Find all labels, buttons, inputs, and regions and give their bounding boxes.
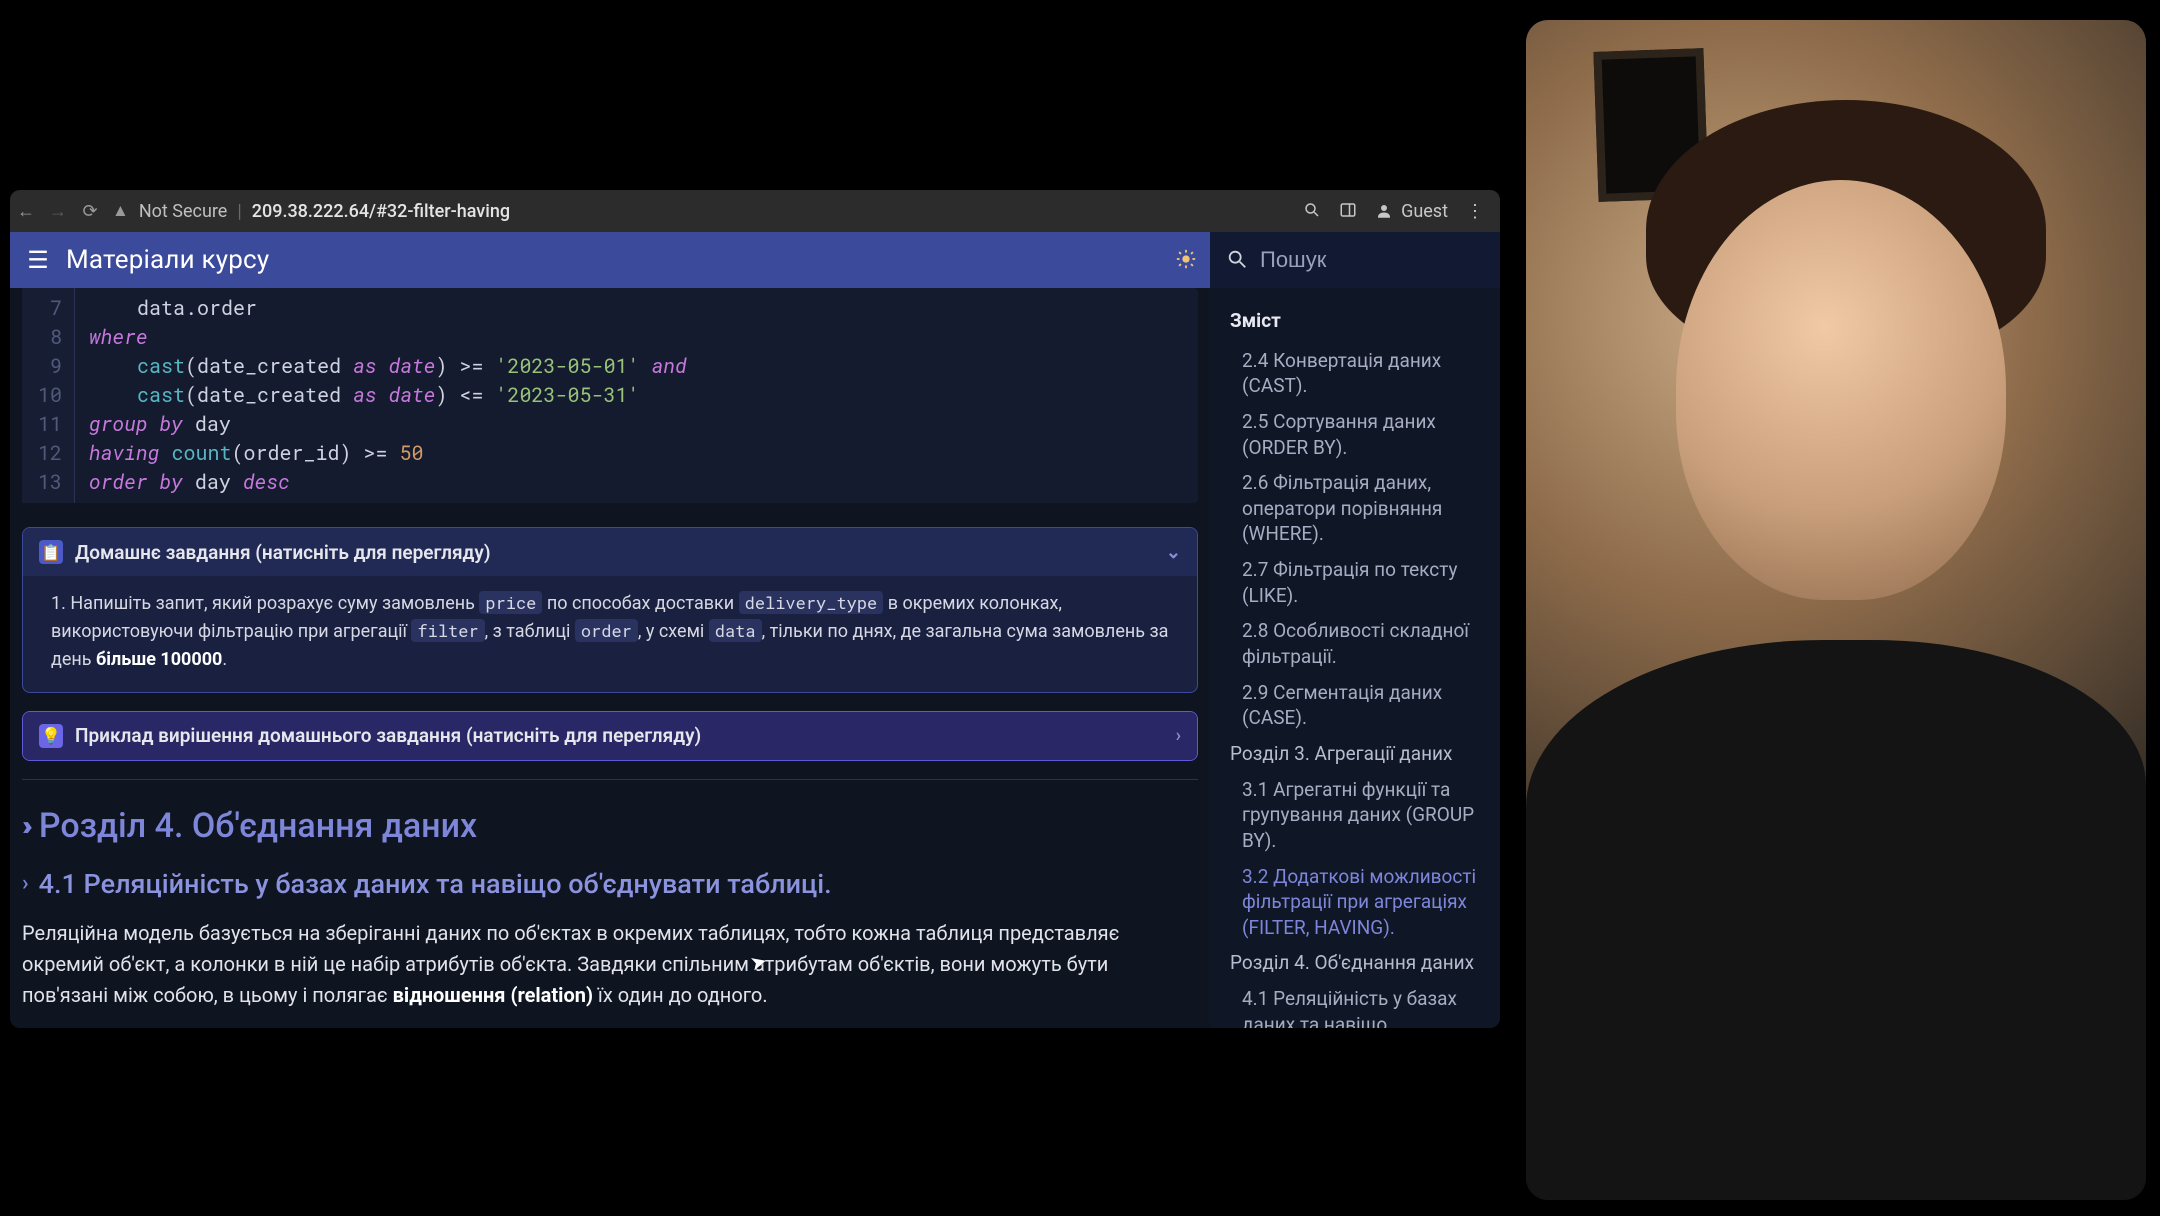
toc-sidebar: Зміст 2.4 Конвертація даних (CAST). 2.5 С… [1210, 288, 1500, 1028]
back-button[interactable]: ← [10, 201, 42, 222]
page-title: Матеріали курсу [66, 245, 269, 275]
address-bar[interactable]: ▲ Not Secure | 209.38.222.64/#32-filter-… [112, 201, 1287, 222]
search-icon [1226, 248, 1248, 273]
person-icon [1375, 202, 1393, 220]
presenter-face [1676, 180, 2006, 600]
not-secure-icon: ▲ [112, 201, 129, 221]
homework-panel: 📋 Домашнє завдання (натисніть для перегл… [22, 527, 1198, 693]
browser-window: ← → ⟳ ▲ Not Secure | 209.38.222.64/#32-f… [10, 190, 1500, 1028]
chevron-right-icon: › [22, 871, 29, 896]
toc-item[interactable]: 2.8 Особливості складної фільтрації. [1242, 618, 1484, 669]
search-box[interactable] [1210, 232, 1500, 288]
search-input[interactable] [1260, 247, 1500, 273]
not-secure-label: Not Secure [139, 201, 228, 222]
toc-item[interactable]: Розділ 4. Об'єднання даних [1230, 950, 1484, 976]
subsection-4-1-heading[interactable]: › 4.1 Реляційність у базах даних та наві… [22, 868, 1198, 900]
double-chevron-icon: ›› [22, 809, 27, 842]
assignment-icon: 📋 [39, 540, 63, 564]
forward-button[interactable]: → [42, 201, 74, 222]
homework-panel-header[interactable]: 📋 Домашнє завдання (натисніть для перегл… [23, 528, 1197, 576]
toc-item[interactable]: 2.9 Сегментація даних (CASE). [1242, 680, 1484, 731]
divider [22, 779, 1198, 780]
overflow-menu-icon[interactable]: ⋮ [1466, 201, 1484, 222]
toc-item[interactable]: Розділ 3. Агрегації даних [1230, 741, 1484, 767]
profile-label: Guest [1401, 201, 1448, 222]
chevron-right-icon: › [1176, 725, 1181, 746]
toc-item[interactable]: 2.5 Сортування даних (ORDER BY). [1242, 409, 1484, 460]
main-content: 78910111213 data.order where cast(date_c… [10, 288, 1210, 1028]
brightness-icon [1175, 248, 1197, 270]
toc-item[interactable]: 2.4 Конвертація даних (CAST). [1242, 348, 1484, 399]
toc-title: Зміст [1230, 308, 1484, 334]
browser-toolbar: ← → ⟳ ▲ Not Secure | 209.38.222.64/#32-f… [10, 190, 1500, 232]
url-text: 209.38.222.64/#32-filter-having [252, 201, 510, 222]
toc-item[interactable]: 4.1 Реляційність у базах даних та навіщо… [1242, 986, 1484, 1028]
toc-item[interactable]: 3.2 Додаткові можливості фільтрації при … [1242, 864, 1484, 941]
profile-chip[interactable]: Guest [1375, 201, 1448, 222]
panel-toggle-icon[interactable] [1339, 201, 1357, 222]
presenter-video [1526, 20, 2146, 1200]
solution-panel: 💡 Приклад вирішення домашнього завдання … [22, 711, 1198, 761]
theme-toggle-button[interactable] [1162, 248, 1210, 273]
toc-item[interactable]: 2.7 Фільтрація по тексту (LIKE). [1242, 557, 1484, 608]
hamburger-menu-button[interactable]: ☰ [10, 246, 66, 274]
code-gutter: 78910111213 [22, 288, 75, 503]
toc-item[interactable]: 3.1 Агрегатні функції та групування дани… [1242, 777, 1484, 854]
app-header: ☰ Матеріали курсу [10, 232, 1500, 288]
lightbulb-icon: 💡 [39, 724, 63, 748]
solution-panel-header[interactable]: 💡 Приклад вирішення домашнього завдання … [23, 712, 1197, 760]
paragraph-1: Реляційна модель базується на зберіганні… [22, 918, 1198, 1011]
reload-button[interactable]: ⟳ [74, 201, 106, 222]
presenter-torso [1526, 640, 2146, 1200]
homework-body: 1. Напишіть запит, який розрахує суму за… [23, 576, 1197, 692]
section-4-heading[interactable]: ›› Розділ 4. Об'єднання даних [22, 806, 1198, 846]
homework-title: Домашнє завдання (натисніть для перегляд… [75, 541, 491, 564]
code-block[interactable]: 78910111213 data.order where cast(date_c… [22, 288, 1198, 503]
code-lines: data.order where cast(date_created as da… [75, 288, 701, 503]
chevron-down-icon: ⌄ [1166, 542, 1181, 563]
solution-title: Приклад вирішення домашнього завдання (н… [75, 724, 701, 747]
toc-item[interactable]: 2.6 Фільтрація даних, оператори порівнян… [1242, 470, 1484, 547]
zoom-icon[interactable] [1303, 201, 1321, 222]
